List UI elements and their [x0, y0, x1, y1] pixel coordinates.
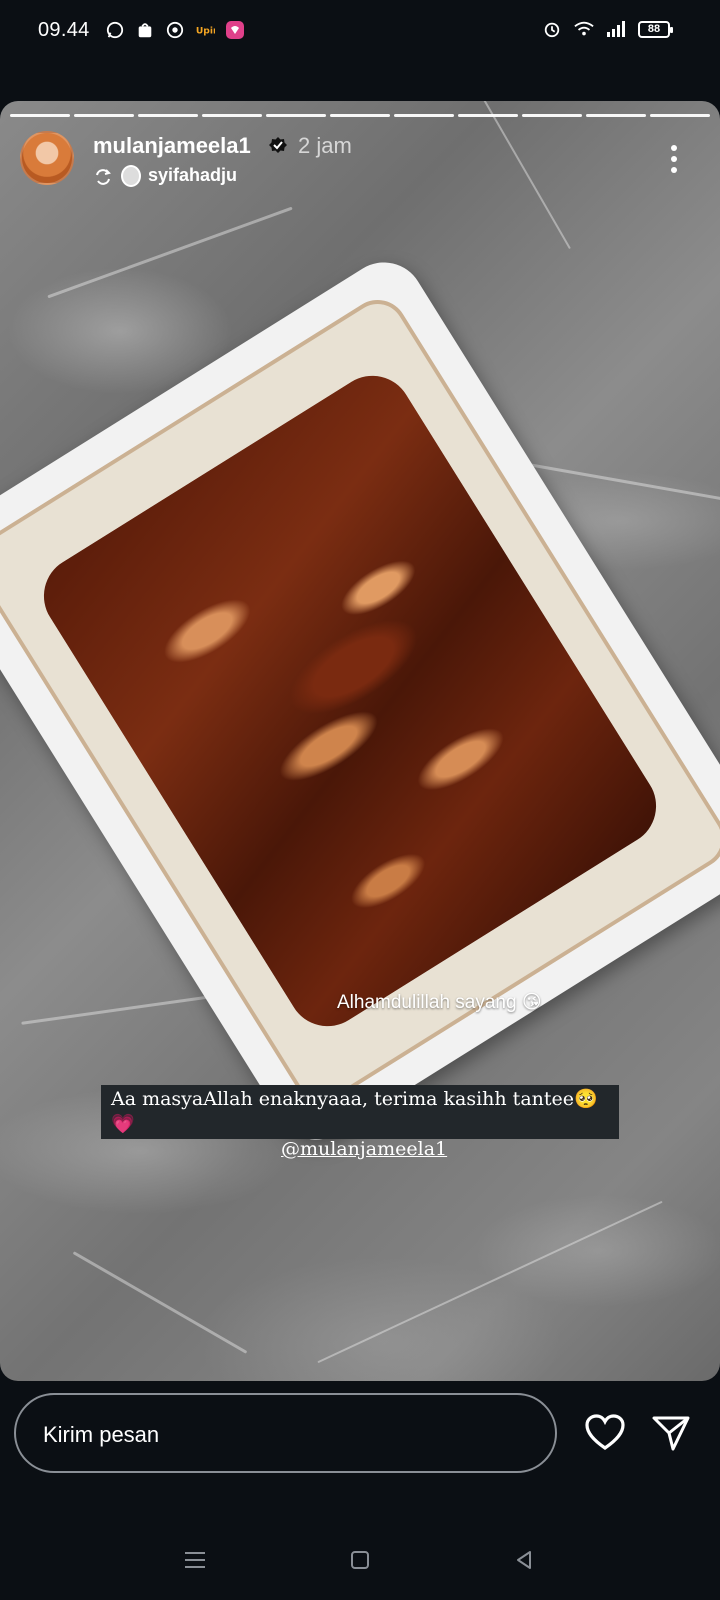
story-progress-bar — [10, 114, 710, 117]
caption-text: Aa masyaAllah enaknyaaa, terima kasihh t… — [111, 1088, 598, 1135]
signal-icon — [606, 19, 626, 39]
more-options-icon[interactable] — [670, 145, 678, 173]
notification-icons: Upin — [105, 20, 245, 40]
story-username[interactable]: mulanjameela1 — [93, 133, 251, 159]
chrome-icon — [165, 20, 185, 40]
home-icon[interactable] — [340, 1540, 380, 1580]
caption-mention[interactable]: @mulanjameela1 — [281, 1137, 609, 1162]
shopee-icon — [135, 20, 155, 40]
shrimp-dish — [28, 360, 672, 1042]
story-caption: Aa masyaAllah enaknyaaa, terima kasihh t… — [101, 1085, 619, 1160]
chat-app-icon — [225, 20, 245, 40]
reply-placeholder: Kirim pesan — [43, 1422, 160, 1447]
heart-icon[interactable] — [584, 1413, 626, 1451]
back-icon[interactable] — [504, 1540, 544, 1580]
send-icon[interactable] — [651, 1414, 691, 1452]
repost-icon — [96, 169, 111, 185]
story-sticker-text: Alhamdulillah sayang 😘 — [337, 992, 542, 1013]
system-nav-bar — [0, 1520, 720, 1600]
menu-icon[interactable] — [175, 1540, 215, 1580]
battery-icon: 88 — [638, 20, 673, 38]
upin-icon: Upin — [195, 20, 215, 40]
whatsapp-icon — [105, 20, 125, 40]
wifi-icon — [574, 19, 594, 39]
reposted-username[interactable]: syifahadju — [148, 165, 237, 186]
story-viewer[interactable]: mulanjameela1 2 jam syifahadju Alhamduli… — [0, 101, 720, 1381]
clock: 09.44 — [38, 19, 90, 41]
story-timestamp: 2 jam — [298, 133, 352, 158]
food-container-photo — [0, 247, 720, 1155]
reposted-avatar[interactable] — [121, 165, 141, 187]
system-icons: 88 — [542, 19, 673, 39]
svg-text:Upin: Upin — [196, 25, 215, 36]
reply-input[interactable]: Kirim pesan — [14, 1393, 557, 1473]
verified-badge-icon — [269, 137, 287, 153]
avatar[interactable] — [20, 131, 74, 185]
status-bar: 09.44 Upin 88 — [0, 0, 720, 64]
alarm-icon — [542, 19, 562, 39]
